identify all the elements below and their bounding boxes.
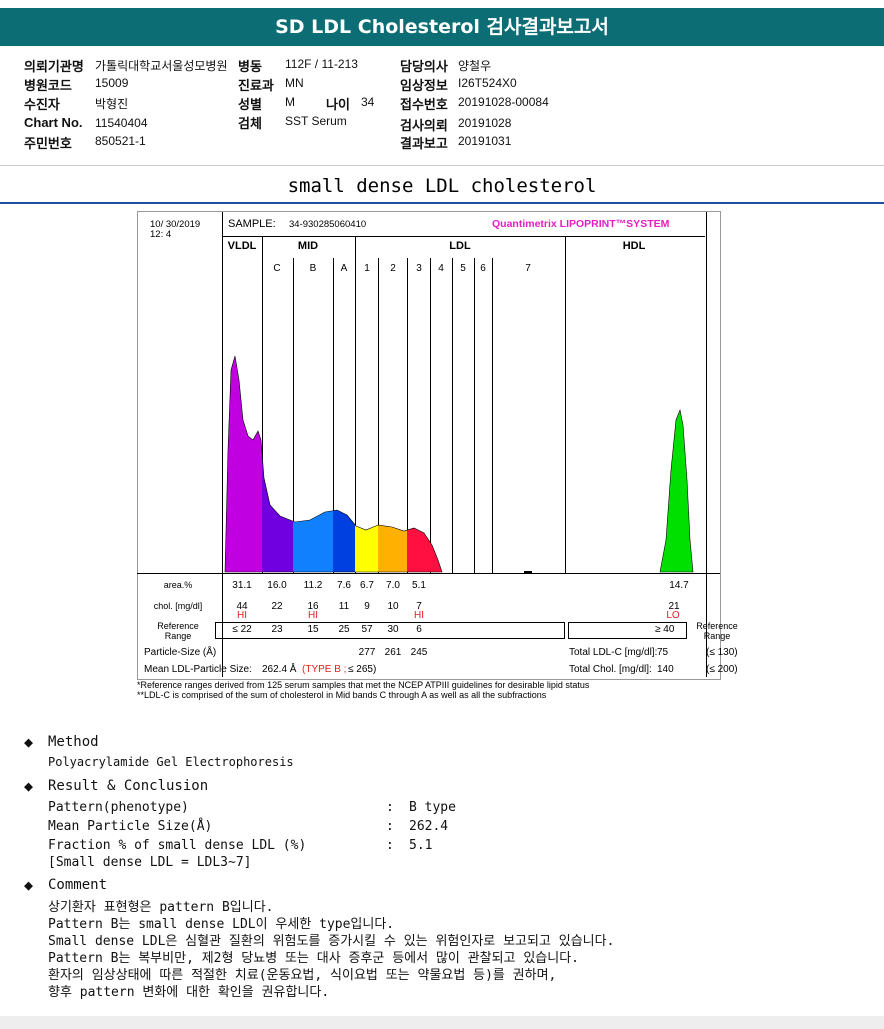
area-value: 16.0 (267, 580, 287, 591)
diamond-icon: ◆ (24, 876, 34, 894)
chol-flag: HI (237, 610, 247, 621)
area-value: 6.7 (360, 580, 374, 591)
electrophoresis-curve (224, 355, 694, 573)
ldl-peaks (224, 355, 443, 573)
total-ldl-label: Total LDL-C [mg/dl]: (569, 647, 658, 658)
flag-hdl: LO (666, 610, 680, 621)
mean-size-label: Mean LDL-Particle Size: (144, 664, 252, 675)
result-sep: : (386, 838, 394, 853)
area-value: 11.2 (303, 580, 323, 591)
result-value: 5.1 (409, 838, 433, 853)
result-sep: : (386, 800, 394, 815)
footnote-2: **LDL-C is comprised of the sum of chole… (137, 690, 547, 700)
mean-size-type: (TYPE B ; (302, 664, 347, 675)
ref-hdl: ≥ 40 (655, 624, 675, 635)
total-ldl-ref: (≤ 130) (706, 647, 738, 658)
page-footer-bar (0, 1016, 884, 1029)
result-note: [Small dense LDL = LDL3~7] (48, 855, 252, 870)
result-value: 262.4 (409, 819, 449, 834)
chol-value: 10 (387, 601, 399, 612)
chol-value: 9 (364, 601, 370, 612)
area-value: 31.1 (232, 580, 252, 591)
hdl-peak (659, 408, 694, 573)
comment-heading: Comment (48, 877, 108, 893)
diamond-icon: ◆ (24, 733, 34, 751)
result-heading: Result & Conclusion (48, 778, 209, 794)
area-hdl: 14.7 (669, 580, 689, 591)
chol-flag: HI (308, 610, 318, 621)
ref-label: Reference Range (157, 621, 199, 641)
area-value: 7.6 (337, 580, 351, 591)
chol-value: 11 (338, 601, 350, 612)
chol-value: 22 (271, 601, 283, 612)
footnote-1: *Reference ranges derived from 125 serum… (137, 680, 590, 690)
area-value: 7.0 (386, 580, 400, 591)
total-ldl-value: 75 (657, 647, 669, 658)
method-heading: Method (48, 734, 99, 750)
method-text: Polyacrylamide Gel Electrophoresis (48, 755, 294, 769)
comment-line: 향후 pattern 변화에 대한 확인을 권유합니다. (48, 985, 330, 1000)
particle-size-2: 261 (384, 647, 402, 658)
total-chol-ref: (≤ 200) (706, 664, 738, 675)
diamond-icon: ◆ (24, 777, 34, 795)
total-chol-value: 140 (657, 664, 674, 675)
particle-size-1: 277 (358, 647, 376, 658)
particle-size-3: 245 (410, 647, 428, 658)
result-key: Pattern(phenotype) (48, 800, 189, 815)
result-value: B type (409, 800, 456, 815)
result-key: Fraction % of small dense LDL (%) (48, 838, 307, 853)
area-value: 5.1 (412, 580, 426, 591)
mean-size-ref: ≤ 265) (348, 664, 377, 675)
chol-label: chol. [mg/dl] (153, 601, 203, 611)
chol-flag: HI (414, 610, 424, 621)
total-chol-label: Total Chol. [mg/dl]: (569, 664, 652, 675)
ref-label-right: Reference Range (696, 621, 738, 641)
mean-size-value: 262.4 Å (262, 664, 297, 675)
result-key: Mean Particle Size(Å) (48, 819, 213, 834)
area-label: area.% (163, 580, 193, 590)
particle-size-label: Particle-Size (Å) (144, 647, 217, 658)
result-sep: : (386, 819, 394, 834)
